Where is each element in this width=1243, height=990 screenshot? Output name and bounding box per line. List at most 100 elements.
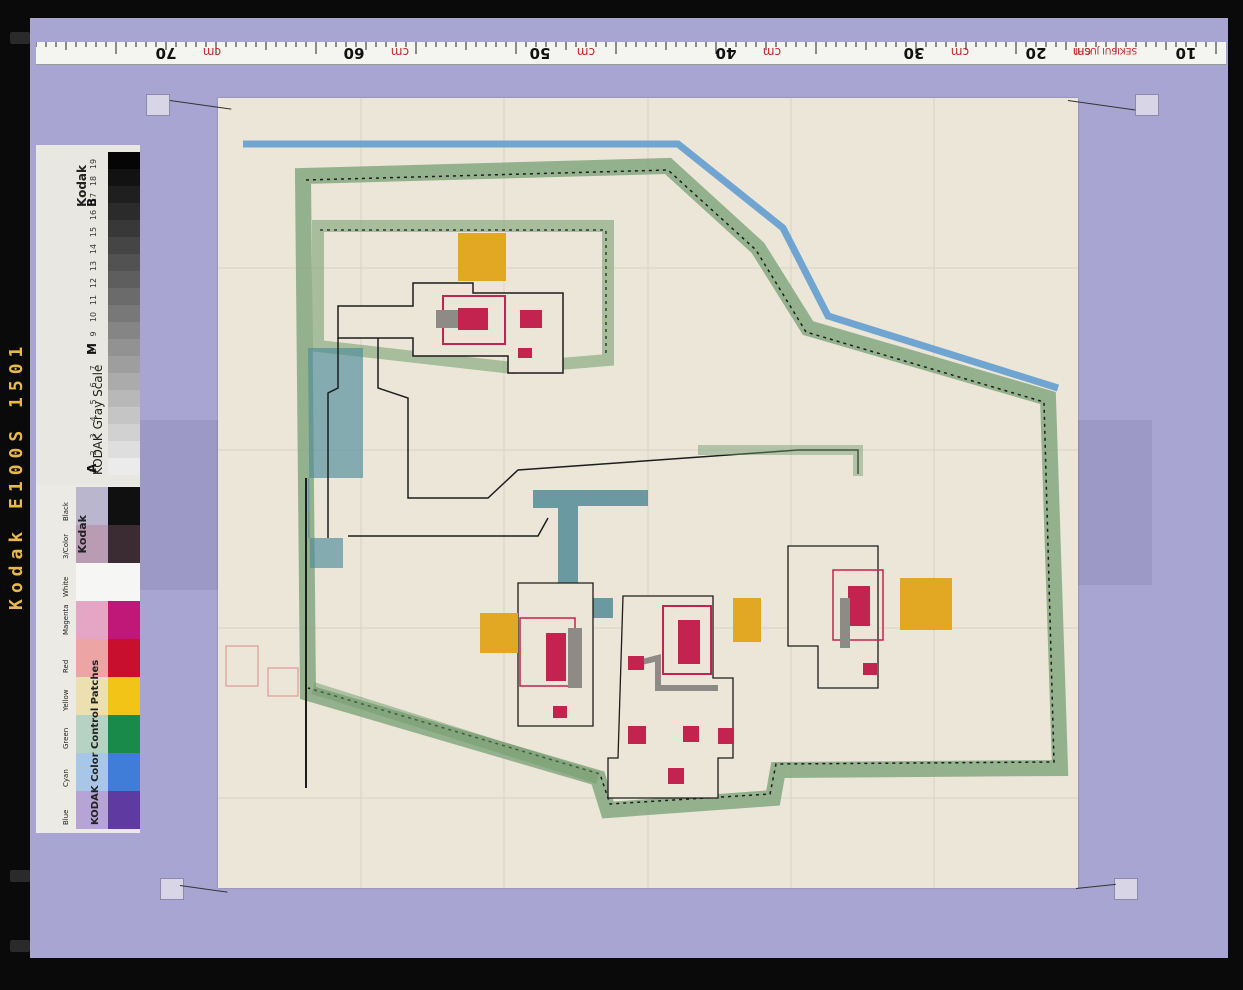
- color-patch-solid: [108, 601, 140, 639]
- north-yellow-area: [458, 233, 506, 281]
- southwest-corridor: [568, 628, 582, 688]
- color-patches-title: KODAK Color Control Patches: [90, 660, 101, 825]
- central-side-building: [628, 656, 644, 670]
- right-mounting-tab: [1072, 420, 1152, 585]
- color-patch-solid: [108, 487, 140, 525]
- ruler-maker: SEKISUI JUSHI: [1075, 45, 1137, 55]
- color-patch-label: Red: [62, 660, 70, 673]
- ruler-unit: cm: [203, 45, 221, 59]
- color-patch-solid: [108, 791, 140, 829]
- mounting-pin: [160, 878, 184, 900]
- gray-step: [108, 441, 140, 458]
- west-pond: [308, 348, 363, 568]
- gray-step: [108, 254, 140, 271]
- southwest-gate-building: [553, 706, 567, 718]
- gray-step: [108, 288, 140, 305]
- gray-step-label: 10: [89, 312, 98, 322]
- gray-step-label: 11: [89, 295, 98, 305]
- gray-step: [108, 458, 140, 475]
- mounting-pin: [146, 94, 170, 116]
- mounting-pin: [1135, 94, 1159, 116]
- gray-step: [108, 237, 140, 254]
- east-corridor: [840, 598, 850, 648]
- color-patch-solid: [108, 677, 140, 715]
- map-sheet: [218, 98, 1078, 888]
- color-patch-solid: [108, 753, 140, 791]
- ruler-label: 20: [1026, 44, 1047, 62]
- color-patch-label: Magenta: [62, 604, 70, 635]
- gray-step: [108, 424, 140, 441]
- ruler-label: 50: [530, 44, 551, 62]
- gray-step-label: 15: [89, 227, 98, 237]
- north-gate-building: [518, 348, 532, 358]
- gray-step: [108, 322, 140, 339]
- gray-step-label: 9: [89, 331, 98, 336]
- gray-step-label: 6: [89, 382, 98, 387]
- ruler-label: 30: [904, 44, 925, 62]
- color-patch-label: Cyan: [62, 769, 70, 787]
- gray-step-label: 3: [89, 433, 98, 438]
- gray-step: [108, 356, 140, 373]
- gray-step: [108, 169, 140, 186]
- central-tower-1: [628, 726, 646, 744]
- central-yellow-area: [733, 598, 761, 642]
- color-patch-tint: [76, 563, 108, 601]
- color-patches-brand: Kodak: [76, 514, 89, 553]
- central-tower-4: [668, 768, 684, 784]
- measuring-ruler: 70 cm 60 cm 50 cm 40 cm 30 cm 20 cm 10 SEKISUI JUSHI: [36, 42, 1226, 65]
- gray-marker: A: [85, 463, 99, 473]
- gray-step: [108, 271, 140, 288]
- inner-moat-north: [698, 445, 863, 476]
- ruler-unit: cm: [391, 45, 409, 59]
- color-patch-label: Blue: [62, 810, 70, 826]
- central-compound-wall: [607, 595, 734, 799]
- north-main-hall: [458, 308, 488, 330]
- gray-step-label: 16: [89, 210, 98, 220]
- central-tower-3: [718, 728, 734, 744]
- ruler-label: 10: [1176, 44, 1197, 62]
- gray-step: [108, 186, 140, 203]
- ruler-unit: cm: [951, 45, 969, 59]
- gray-step-label: 13: [89, 261, 98, 271]
- gray-step-label: 5: [89, 399, 98, 404]
- gray-step: [108, 390, 140, 407]
- gray-step: [108, 305, 140, 322]
- central-main-hall: [678, 620, 700, 664]
- color-patch-solid: [108, 563, 140, 601]
- mid-wall: [348, 517, 549, 537]
- gray-step: [108, 339, 140, 356]
- color-patch-tint: [76, 601, 108, 639]
- film-sprocket: [10, 940, 30, 952]
- seal-stamp: [225, 645, 259, 687]
- north-corridor: [436, 310, 458, 328]
- ruler-label: 70: [156, 44, 177, 62]
- left-mounting-tab: [140, 420, 222, 590]
- ruler-scale: 70 cm 60 cm 50 cm 40 cm 30 cm 20 cm 10SEKISUI JUSHI: [36, 42, 1217, 62]
- ruler-label: 60: [344, 44, 365, 62]
- color-patch-solid: [108, 639, 140, 677]
- gray-step: [108, 220, 140, 237]
- gray-step-label: 7: [89, 365, 98, 370]
- southwest-yellow-area: [480, 613, 518, 653]
- seal-stamp: [267, 667, 299, 697]
- color-patch-label: Black: [62, 501, 70, 521]
- gray-step: [108, 373, 140, 390]
- castle-plan-drawing: [218, 98, 1078, 888]
- color-patch-label: Green: [62, 728, 70, 749]
- central-tower-2: [683, 726, 699, 742]
- mounting-pin: [1114, 878, 1138, 900]
- film-sprocket: [10, 32, 30, 44]
- ruler-label: 40: [716, 44, 737, 62]
- color-patch-label: White: [62, 577, 70, 597]
- gray-step-label: 14: [89, 244, 98, 254]
- film-sprocket: [10, 870, 30, 882]
- ruler-unit: cm: [577, 45, 595, 59]
- color-patch-solid: [108, 525, 140, 563]
- gray-marker: B: [85, 198, 99, 207]
- color-patch-label: Yellow: [62, 689, 70, 712]
- north-side-hall: [520, 310, 542, 328]
- film-edge-code-text: Kodak E100S 1501: [6, 340, 27, 610]
- east-main-hall: [848, 586, 870, 626]
- gray-step: [108, 203, 140, 220]
- gray-step: [108, 407, 140, 424]
